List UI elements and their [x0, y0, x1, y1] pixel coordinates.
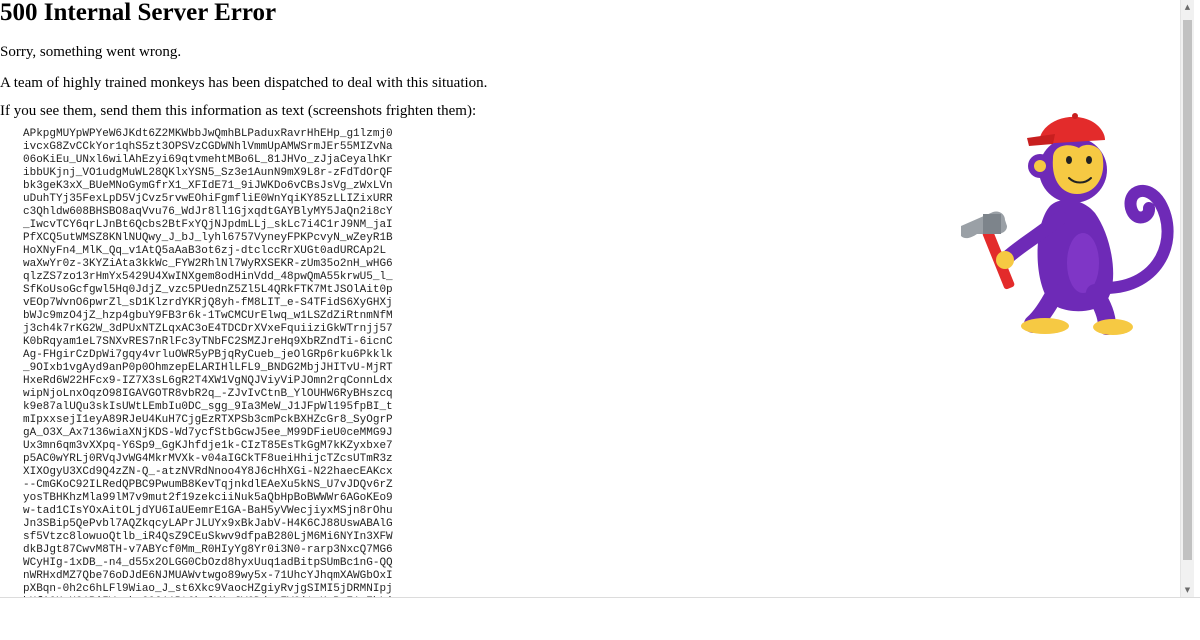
error-code-block[interactable]: APkpgMUYpWPYeW6JKdt6Z2MKWbbJwQmhBLPaduxR…	[23, 128, 393, 597]
vertical-scrollbar[interactable]: ▲ ▼	[1180, 0, 1194, 597]
sorry-message: Sorry, something went wrong.	[0, 44, 182, 60]
window-bottom-border	[0, 597, 1200, 598]
scroll-up-arrow-icon[interactable]: ▲	[1181, 0, 1194, 14]
scrollbar-thumb[interactable]	[1183, 20, 1192, 560]
scroll-down-arrow-icon[interactable]: ▼	[1181, 583, 1194, 597]
page-title: 500 Internal Server Error	[0, 0, 277, 26]
monkeys-message: A team of highly trained monkeys has bee…	[0, 75, 488, 91]
error-page-content: 500 Internal Server Error Sorry, somethi…	[0, 0, 1180, 597]
monkey-with-hammer-icon	[961, 113, 1174, 335]
instructions-message: If you see them, send them this informat…	[0, 103, 477, 119]
